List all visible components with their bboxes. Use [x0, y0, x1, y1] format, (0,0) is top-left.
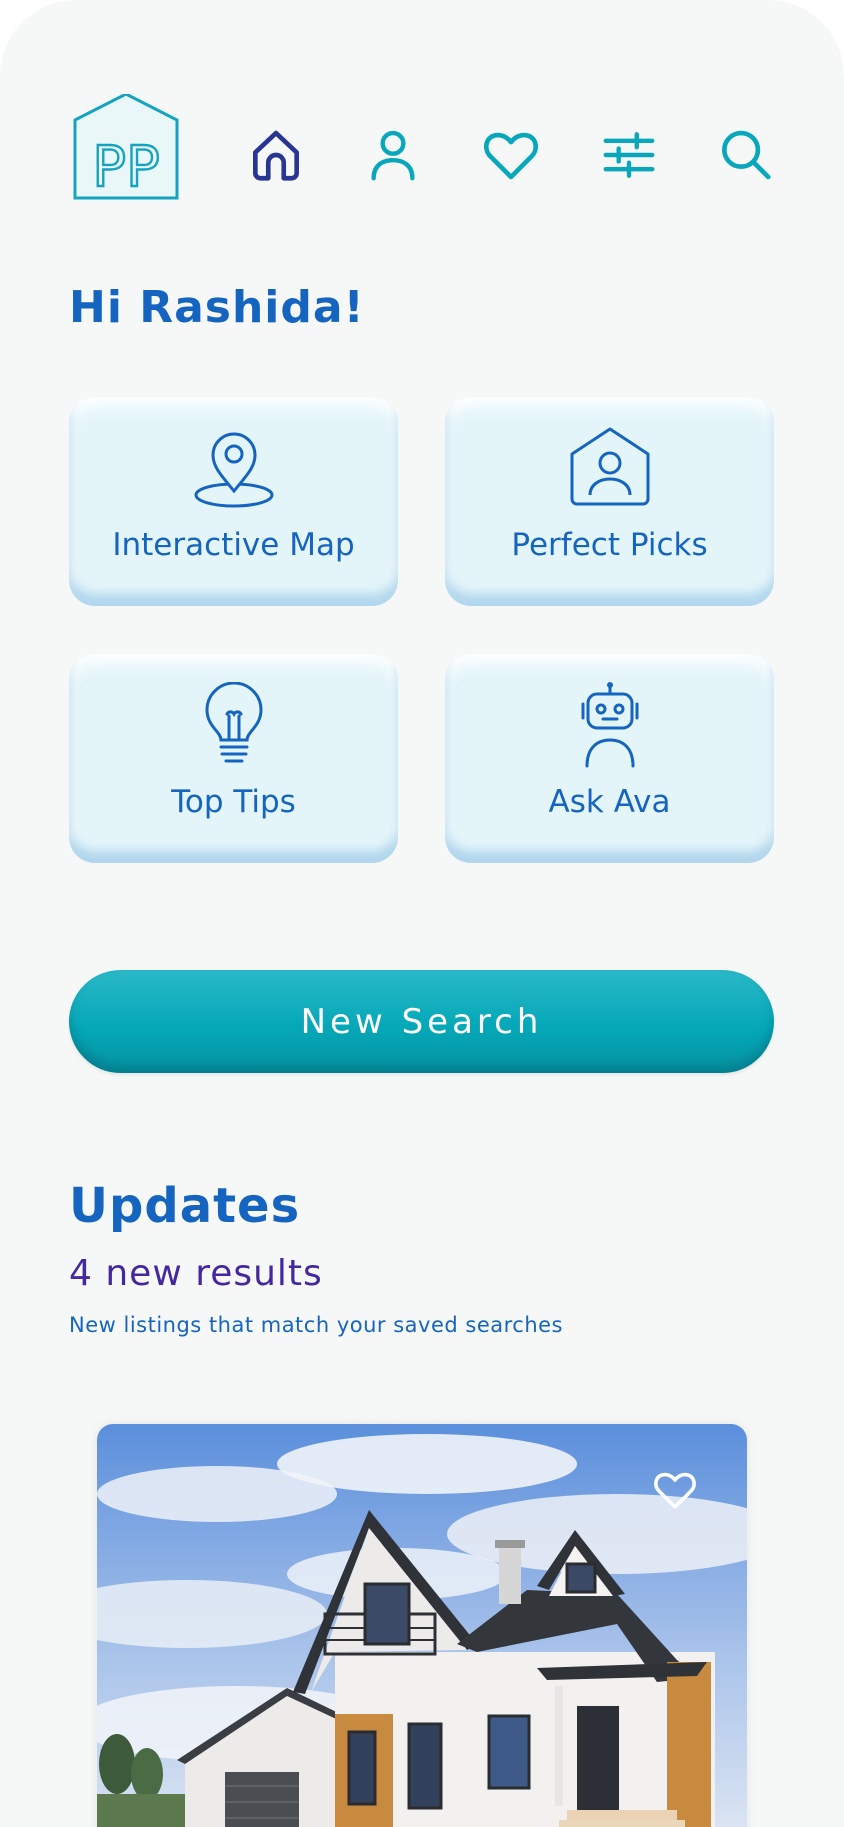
lightbulb-icon: [204, 682, 263, 763]
logo-icon: PP: [73, 94, 179, 201]
updates-heading: Updates: [69, 1178, 301, 1234]
robot-icon: [581, 682, 638, 768]
tile-label: Interactive Map: [112, 527, 355, 563]
results-description: New listings that match your saved searc…: [69, 1313, 563, 1337]
tile-ask-ava[interactable]: Ask Ava: [445, 654, 774, 863]
tile-interactive-map[interactable]: Interactive Map: [69, 397, 398, 606]
heart-icon[interactable]: [480, 124, 542, 186]
logo-text: PP: [92, 135, 160, 200]
new-search-button[interactable]: New Search: [69, 970, 774, 1073]
listing-card[interactable]: [97, 1424, 747, 1827]
app-screen: PP Hi Rashida! Interactive Map Perfect P…: [0, 0, 844, 1827]
favorite-heart-icon[interactable]: [651, 1466, 699, 1514]
home-icon[interactable]: [245, 124, 307, 186]
house-photo: [97, 1424, 747, 1827]
user-icon[interactable]: [362, 124, 424, 186]
search-icon[interactable]: [714, 124, 776, 186]
tile-perfect-picks[interactable]: Perfect Picks: [445, 397, 774, 606]
greeting-heading: Hi Rashida!: [69, 282, 365, 333]
results-count: 4 new results: [69, 1253, 323, 1294]
house-user-icon: [570, 427, 649, 506]
tile-top-tips[interactable]: Top Tips: [69, 654, 398, 863]
tile-label: Top Tips: [171, 784, 296, 820]
sliders-icon[interactable]: [598, 124, 660, 186]
tile-label: Perfect Picks: [511, 527, 708, 563]
map-pin-icon: [194, 432, 273, 508]
tile-label: Ask Ava: [548, 784, 671, 820]
